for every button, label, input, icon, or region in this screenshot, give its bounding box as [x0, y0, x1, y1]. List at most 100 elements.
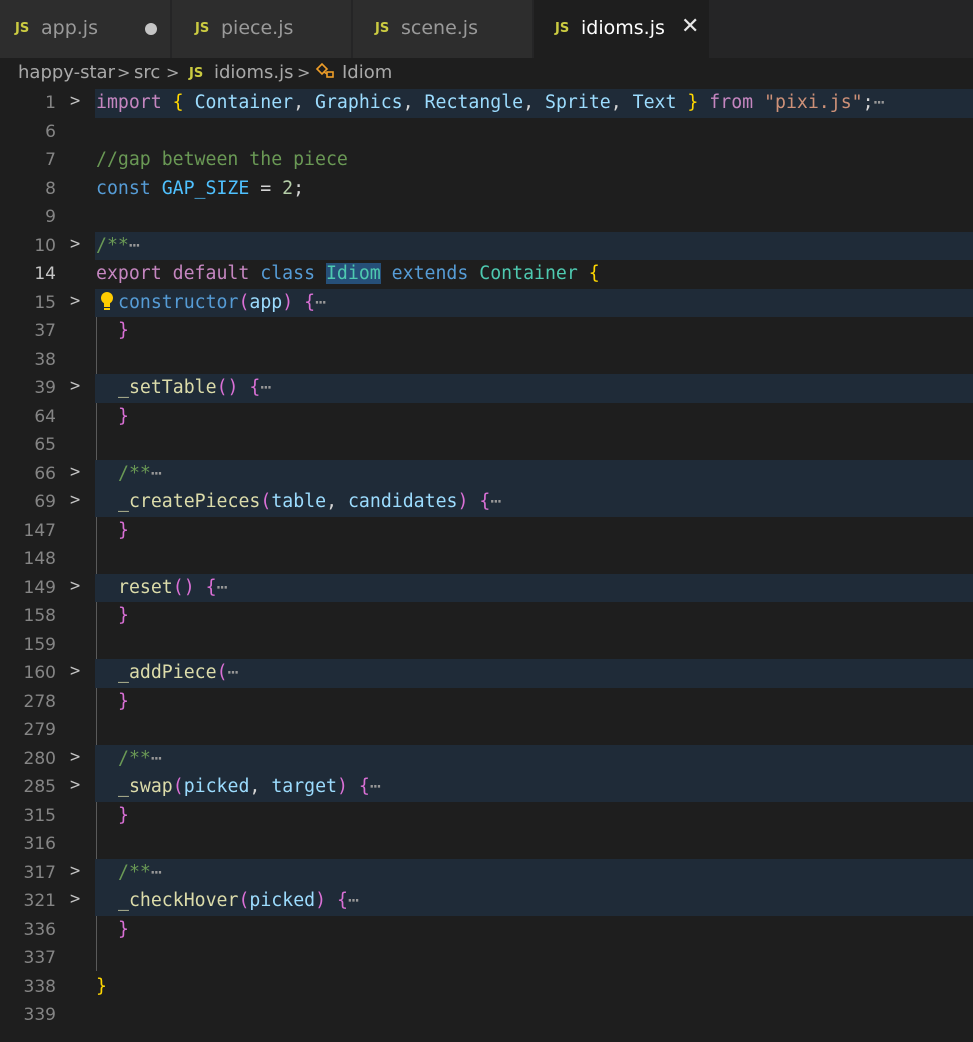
breadcrumb-symbol[interactable]: Idiom: [342, 62, 392, 83]
chevron-right-icon[interactable]: >: [70, 889, 80, 909]
line-number: 1: [45, 93, 56, 113]
code-line[interactable]: 9: [0, 203, 973, 232]
tab-piece-js[interactable]: JS piece.js: [172, 0, 352, 58]
line-number: 338: [23, 976, 56, 997]
breadcrumb-folder[interactable]: src: [134, 62, 160, 83]
line-number: 14: [34, 264, 56, 284]
chevron-right-icon[interactable]: >: [70, 91, 80, 111]
code-line[interactable]: 69 > _createPieces(table, candidates) {⋯: [0, 488, 973, 517]
line-number: 147: [23, 520, 56, 541]
code-text: /**⋯: [118, 861, 162, 883]
chevron-right-icon[interactable]: >: [70, 661, 80, 681]
tab-label: app.js: [41, 17, 98, 39]
tab-scene-js[interactable]: JS scene.js: [353, 0, 533, 58]
js-file-icon: JS: [555, 21, 570, 36]
code-text: reset() {⋯: [118, 576, 228, 598]
code-text: const GAP_SIZE = 2;: [96, 177, 305, 199]
line-number: 285: [23, 777, 56, 797]
line-number: 158: [23, 606, 56, 626]
line-number: 160: [23, 663, 56, 683]
code-line[interactable]: 158 }: [0, 602, 973, 631]
line-number: 64: [34, 406, 56, 427]
js-file-icon: JS: [189, 66, 204, 81]
tab-label: scene.js: [401, 17, 478, 39]
code-text: /**⋯: [118, 747, 162, 769]
code-line[interactable]: 339: [0, 1001, 973, 1030]
line-number: 336: [23, 919, 56, 940]
code-line[interactable]: 285 > _swap(picked, target) {⋯: [0, 773, 973, 802]
chevron-right-icon: >: [117, 63, 131, 82]
code-line[interactable]: 8 const GAP_SIZE = 2;: [0, 175, 973, 204]
unsaved-dot-icon[interactable]: [145, 23, 157, 35]
code-line[interactable]: 147 }: [0, 517, 973, 546]
chevron-right-icon[interactable]: >: [70, 234, 80, 254]
code-line[interactable]: 338 }: [0, 973, 973, 1002]
code-line[interactable]: 280 > /**⋯: [0, 744, 973, 773]
code-line[interactable]: 317 > /**⋯: [0, 858, 973, 887]
code-line[interactable]: 159: [0, 631, 973, 660]
tab-bar: JS app.js JS piece.js JS scene.js JS idi…: [0, 0, 973, 58]
code-line[interactable]: 160 > _addPiece(⋯: [0, 659, 973, 688]
line-number: 65: [34, 435, 56, 455]
closing-brace: }: [96, 975, 107, 997]
code-line[interactable]: 10 > /**⋯: [0, 231, 973, 260]
chevron-right-icon[interactable]: >: [70, 747, 80, 767]
line-number: 9: [45, 207, 56, 227]
line-number: 278: [23, 691, 56, 712]
chevron-right-icon[interactable]: >: [70, 576, 80, 596]
chevron-right-icon[interactable]: >: [70, 490, 80, 510]
breadcrumb: happy-star > src > JS idioms.js > Idiom: [0, 58, 973, 88]
line-number: 69: [34, 492, 56, 512]
code-line[interactable]: 1 > import { Container, Graphics, Rectan…: [0, 89, 973, 118]
code-line[interactable]: 315 }: [0, 802, 973, 831]
code-editor[interactable]: 1 > import { Container, Graphics, Rectan…: [0, 89, 973, 1042]
code-line[interactable]: 278 }: [0, 688, 973, 717]
chevron-right-icon[interactable]: >: [70, 376, 80, 396]
code-line[interactable]: 37 }: [0, 317, 973, 346]
chevron-right-icon[interactable]: >: [70, 775, 80, 795]
line-number: 6: [45, 121, 56, 142]
line-number: 37: [34, 321, 56, 341]
code-line[interactable]: 336 }: [0, 916, 973, 945]
line-number: 10: [34, 235, 56, 256]
tab-idioms-js[interactable]: JS idioms.js ✕: [534, 0, 710, 58]
tab-app-js[interactable]: JS app.js: [0, 0, 171, 58]
code-text: _addPiece(⋯: [118, 662, 239, 683]
breadcrumb-file[interactable]: idioms.js: [214, 62, 293, 83]
code-line[interactable]: 316: [0, 830, 973, 859]
code-line[interactable]: 64 }: [0, 403, 973, 432]
js-file-icon: JS: [375, 21, 390, 36]
chevron-right-icon[interactable]: >: [70, 861, 80, 881]
code-line[interactable]: 149 > reset() {⋯: [0, 573, 973, 602]
closing-brace: }: [118, 690, 129, 712]
code-line[interactable]: 337: [0, 944, 973, 973]
code-text: _createPieces(table, candidates) {⋯: [118, 491, 502, 512]
line-number: 279: [23, 720, 56, 740]
line-number: 317: [23, 862, 56, 883]
chevron-right-icon[interactable]: >: [70, 291, 80, 311]
lightbulb-icon[interactable]: [99, 291, 115, 317]
code-line[interactable]: 7 //gap between the piece: [0, 146, 973, 175]
close-tab-icon[interactable]: ✕: [681, 14, 699, 39]
line-number: 149: [23, 577, 56, 598]
closing-brace: }: [118, 605, 129, 626]
line-number: 316: [23, 834, 56, 854]
folded-line-highlight: [95, 858, 973, 887]
line-number: 148: [23, 549, 56, 569]
code-line[interactable]: 65: [0, 431, 973, 460]
code-line[interactable]: 66 > /**⋯: [0, 459, 973, 488]
code-line[interactable]: 39 > _setTable() {⋯: [0, 374, 973, 403]
breadcrumb-root[interactable]: happy-star: [18, 62, 115, 83]
code-text: _swap(picked, target) {⋯: [118, 776, 381, 797]
code-line[interactable]: 14 export default class Idiom extends Co…: [0, 260, 973, 289]
code-line[interactable]: 6: [0, 118, 973, 147]
code-line[interactable]: 321 > _checkHover(picked) {⋯: [0, 887, 973, 916]
code-text: /**⋯: [118, 462, 162, 484]
code-line[interactable]: 15 > constructor(app) {⋯: [0, 288, 973, 317]
code-line[interactable]: 148: [0, 545, 973, 574]
code-line[interactable]: 38: [0, 346, 973, 375]
code-text: /**⋯: [96, 234, 140, 256]
closing-brace: }: [118, 320, 129, 341]
chevron-right-icon[interactable]: >: [70, 462, 80, 482]
code-line[interactable]: 279: [0, 716, 973, 745]
